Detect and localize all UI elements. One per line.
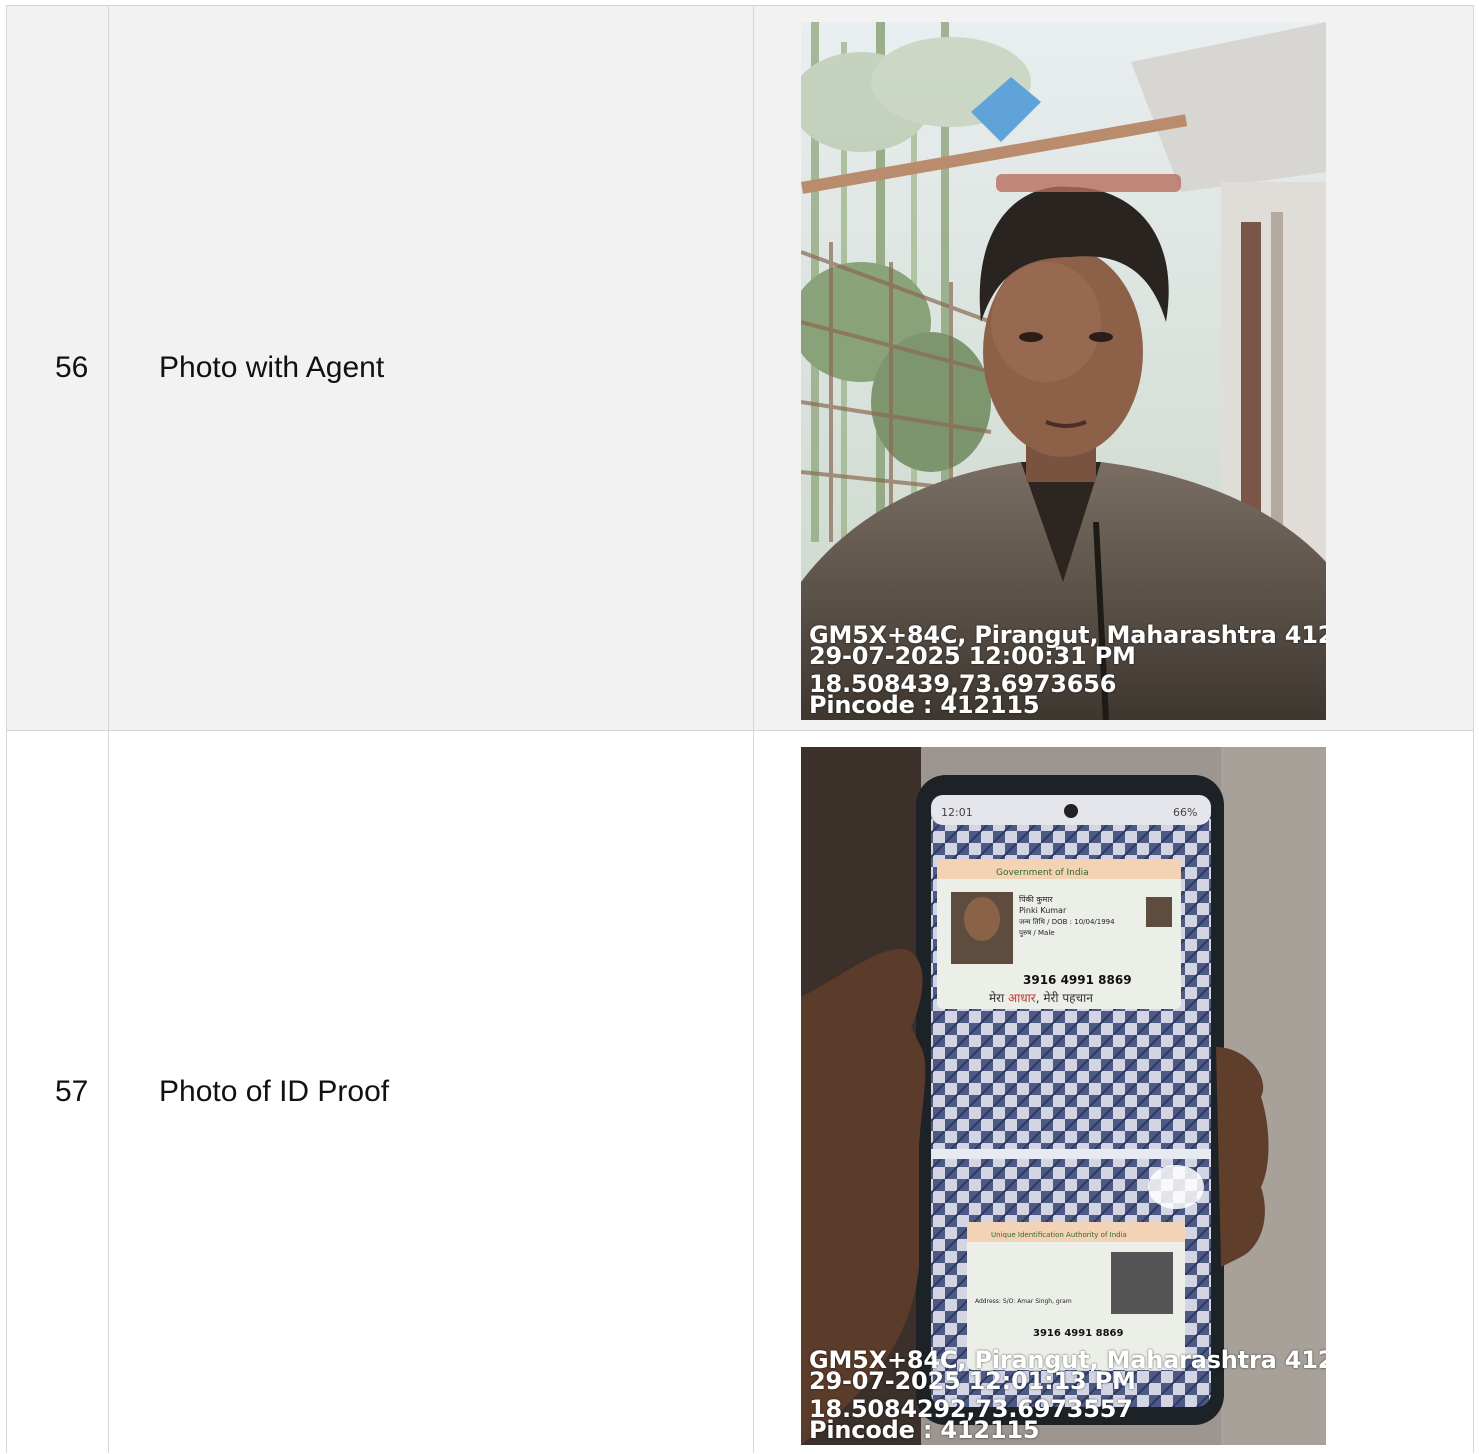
row-label: Photo with Agent [159,351,385,384]
phone-time: 12:01 [941,806,973,819]
agent-photo-image [801,22,1326,720]
card-back-header: Unique Identification Authority of India [991,1231,1127,1239]
row-label-cell: Photo of ID Proof [109,731,754,1453]
card-tagline: मेरा आधार, मेरी पहचान [989,991,1093,1005]
phone-battery: 66% [1173,806,1197,819]
card-name-en: Pinki Kumar [1019,906,1067,915]
card-name-hi: पिंकी कुमार [1019,894,1053,905]
row-label: Photo of ID Proof [159,1075,390,1108]
stamp-pincode: Pincode : 412115 [809,691,1040,719]
stamp-pincode: Pincode : 412115 [809,1416,1040,1444]
card-gender: पुरुष / Male [1019,929,1055,937]
row-number-cell: 57 [7,731,109,1453]
verification-table: 56 Photo with Agent GM5X+84C, Pirangut, … [6,5,1474,1453]
card-front-header: Government of India [996,868,1089,878]
row-number: 56 [55,351,89,384]
stamp-datetime: 29-07-2025 12:00:31 PM [809,642,1136,670]
agent-photo[interactable]: GM5X+84C, Pirangut, Maharashtra 412115, … [801,22,1326,720]
card-address: Address: S/O: Amar Singh, gram [975,1298,1072,1305]
id-proof-photo-image: 12:01 66% Government of India पिंकी कुमा… [801,747,1326,1445]
row-photo-cell: GM5X+84C, Pirangut, Maharashtra 412115, … [754,6,1474,730]
stamp-datetime: 29-07-2025 12:01:13 PM [809,1367,1136,1395]
row-number: 57 [55,1075,89,1108]
row-label-cell: Photo with Agent [109,6,754,730]
row-photo-cell: 12:01 66% Government of India पिंकी कुमा… [754,731,1474,1453]
id-proof-photo[interactable]: 12:01 66% Government of India पिंकी कुमा… [801,747,1326,1445]
row-number-cell: 56 [7,6,109,730]
table-row: 56 Photo with Agent GM5X+84C, Pirangut, … [7,6,1474,731]
card-back-number: 3916 4991 8869 [1033,1328,1124,1339]
photo-stamp: GM5X+84C, Pirangut, Maharashtra 412115, … [809,623,1326,719]
table-row: 57 Photo of ID Proof 12:01 66% Governmen… [7,731,1474,1453]
photo-stamp: GM5X+84C, Pirangut, Maharashtra 412115, … [809,1348,1326,1444]
card-number: 3916 4991 8869 [1023,973,1132,987]
card-dob: जन्म तिथि / DOB : 10/04/1994 [1019,917,1115,926]
